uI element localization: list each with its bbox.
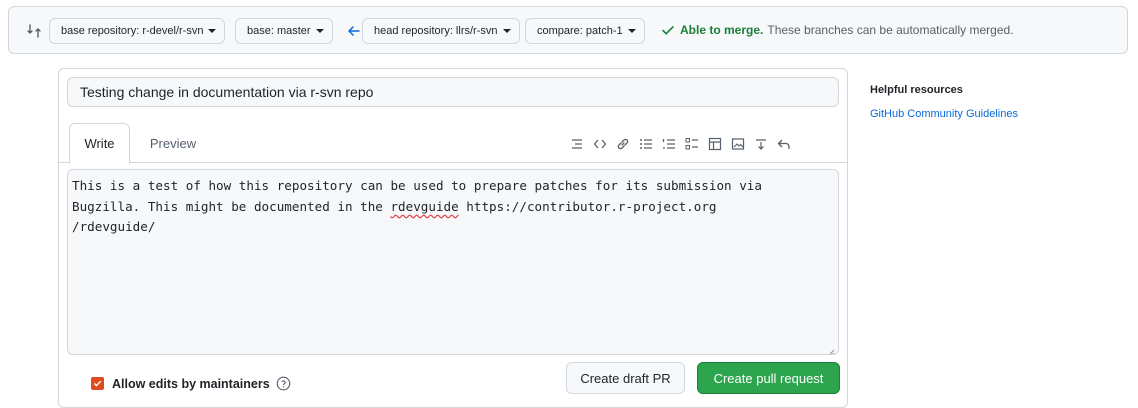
allow-edits-option: Allow edits by maintainers xyxy=(91,376,291,391)
task-list-icon[interactable] xyxy=(680,135,703,153)
pull-request-composer: Write Preview This is a test of how this… xyxy=(58,68,848,408)
resources-title: Helpful resources xyxy=(870,84,963,96)
resize-handle[interactable] xyxy=(827,343,835,354)
tab-preview[interactable]: Preview xyxy=(138,123,208,164)
arrow-left-icon xyxy=(346,23,362,39)
head-repository-select[interactable]: head repository: llrs/r-svn xyxy=(362,18,520,44)
base-branch-select[interactable]: base: master xyxy=(235,18,333,44)
allow-edits-checkbox[interactable] xyxy=(91,377,104,390)
helpful-resources: Helpful resources GitHub Community Guide… xyxy=(870,84,1120,120)
pr-body-textarea[interactable]: This is a test of how this repository ca… xyxy=(67,169,839,355)
unordered-list-icon[interactable] xyxy=(634,135,657,153)
compare-branch-label: compare: patch-1 xyxy=(537,25,623,37)
base-repository-select[interactable]: base repository: r-devel/r-svn xyxy=(49,18,226,44)
base-repository-label: base repository: r-devel/r-svn xyxy=(61,25,204,37)
git-compare-icon xyxy=(26,23,42,39)
chevron-down-icon xyxy=(502,29,511,33)
compare-branch-select[interactable]: compare: patch-1 xyxy=(525,18,645,44)
create-draft-pr-button[interactable]: Create draft PR xyxy=(566,362,685,394)
image-icon[interactable] xyxy=(726,135,749,153)
link-icon[interactable] xyxy=(611,135,634,153)
create-pull-request-button[interactable]: Create pull request xyxy=(697,362,840,394)
head-repository-label: head repository: llrs/r-svn xyxy=(374,25,498,37)
merge-status: Able to merge. These branches can be aut… xyxy=(661,23,1014,37)
chevron-down-icon xyxy=(208,29,217,33)
reply-icon[interactable] xyxy=(772,135,795,153)
compare-bar: base repository: r-devel/r-svn base: mas… xyxy=(8,6,1128,54)
table-icon[interactable] xyxy=(703,135,726,153)
misspelled-word: rdevguide xyxy=(390,198,459,214)
pr-title-input[interactable] xyxy=(67,77,839,107)
code-icon[interactable] xyxy=(588,135,611,153)
heading-icon[interactable] xyxy=(565,135,588,153)
mention-icon[interactable] xyxy=(749,135,772,153)
allow-edits-label: Allow edits by maintainers xyxy=(112,376,270,391)
ordered-list-icon[interactable] xyxy=(657,135,680,153)
merge-message: These branches can be automatically merg… xyxy=(767,23,1014,37)
community-guidelines-link[interactable]: GitHub Community Guidelines xyxy=(870,108,1120,120)
markdown-toolbar xyxy=(565,135,795,153)
merge-status-label: Able to merge. xyxy=(680,23,764,37)
chevron-down-icon xyxy=(315,29,324,33)
chevron-down-icon xyxy=(627,29,636,33)
tab-write[interactable]: Write xyxy=(69,123,130,164)
check-icon xyxy=(661,23,675,37)
question-icon[interactable] xyxy=(276,376,291,391)
base-branch-label: base: master xyxy=(247,25,311,37)
